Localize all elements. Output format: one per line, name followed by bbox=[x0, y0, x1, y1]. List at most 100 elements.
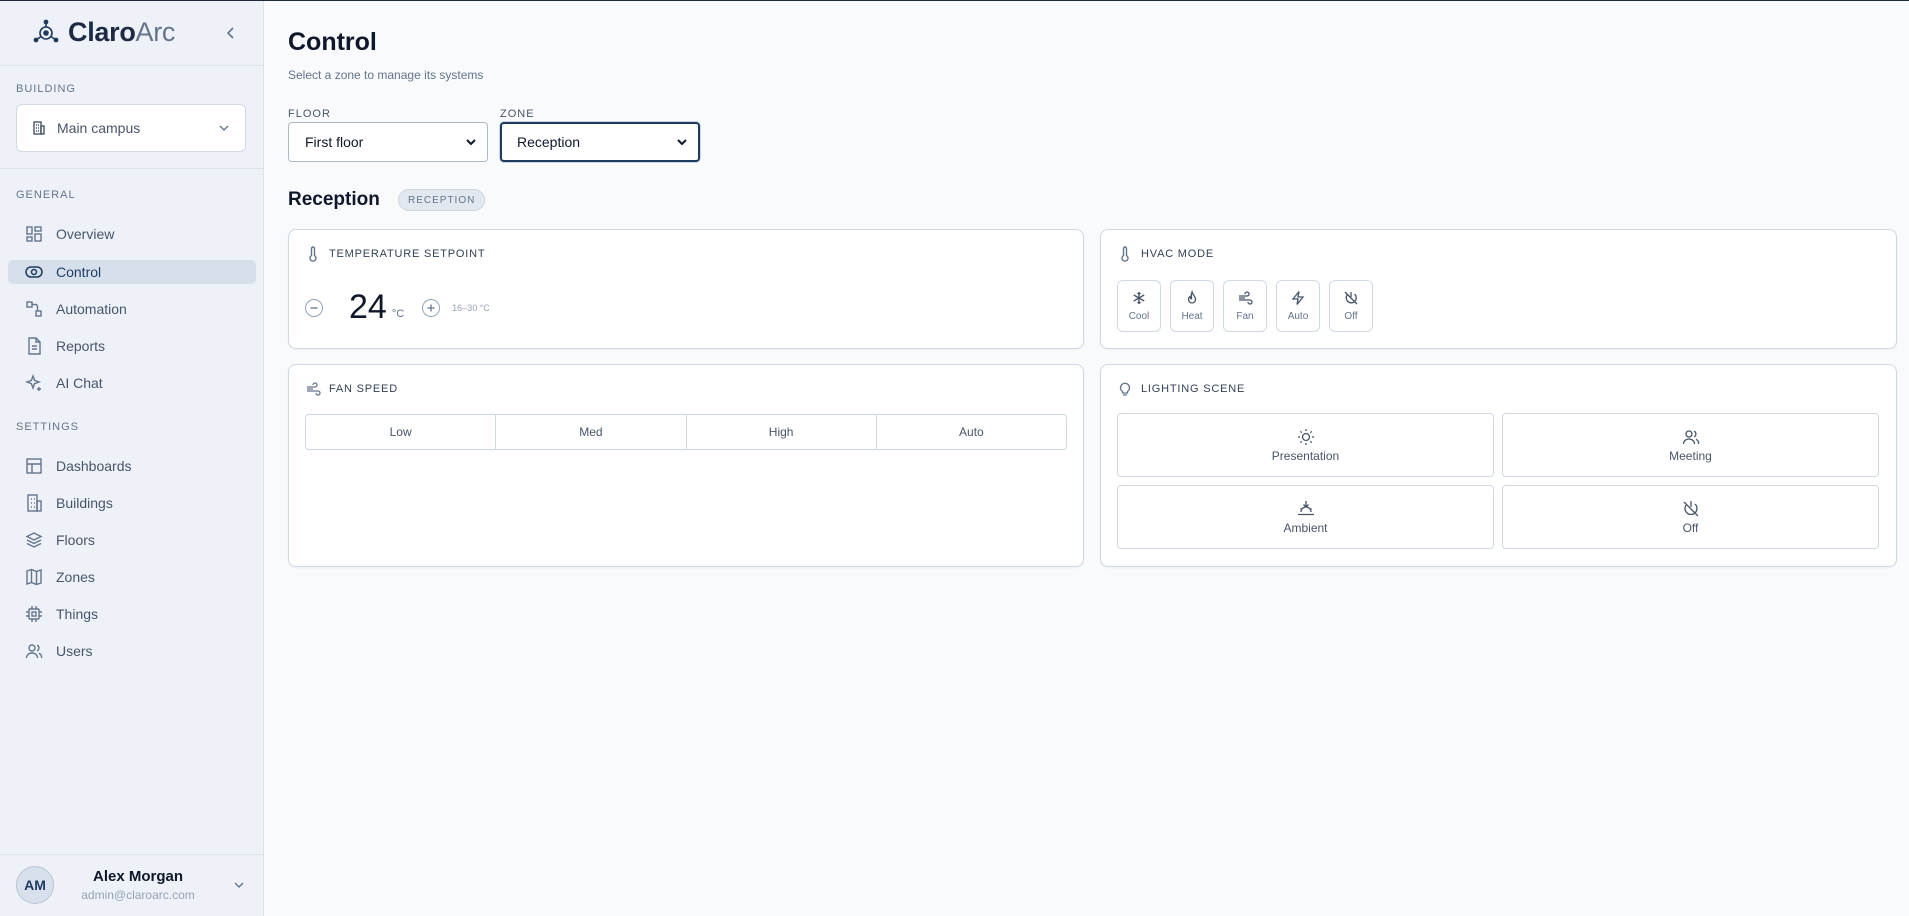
fan-speed-med-button[interactable]: Med bbox=[495, 415, 685, 449]
sidebar-item-label: Control bbox=[56, 264, 102, 280]
hvac-heat-button[interactable]: Heat bbox=[1170, 280, 1214, 332]
file-icon bbox=[24, 336, 44, 356]
scene-ambient-button[interactable]: Ambient bbox=[1117, 485, 1494, 549]
hvac-card-header: HVAC MODE bbox=[1117, 246, 1214, 262]
building-section-label: BUILDING bbox=[16, 83, 76, 95]
power-off-icon bbox=[1681, 499, 1701, 519]
hvac-mode-label: Cool bbox=[1128, 311, 1150, 322]
wind-icon bbox=[305, 381, 321, 397]
collapse-sidebar-icon[interactable] bbox=[222, 24, 240, 42]
sidebar-item-label: Floors bbox=[56, 532, 95, 548]
zone-select[interactable]: Reception bbox=[500, 122, 700, 162]
sidebar-item-floors[interactable]: Floors bbox=[8, 528, 256, 552]
scene-label: Presentation bbox=[1271, 449, 1340, 463]
building-select-value: Main campus bbox=[57, 120, 141, 136]
user-info: Alex Morgan admin@claroarc.com bbox=[62, 868, 214, 902]
hvac-mode-label: Off bbox=[1344, 311, 1358, 322]
divider bbox=[0, 65, 264, 66]
general-section-label: GENERAL bbox=[16, 189, 76, 201]
lightbulb-icon bbox=[1117, 381, 1133, 397]
sidebar-item-label: Dashboards bbox=[56, 458, 132, 474]
temperature-range: 16–30 °C bbox=[452, 302, 490, 313]
lighting-card-header: LIGHTING SCENE bbox=[1117, 381, 1245, 397]
avatar: AM bbox=[16, 866, 54, 904]
hvac-auto-button[interactable]: Auto bbox=[1276, 280, 1320, 332]
hvac-cool-button[interactable]: Cool bbox=[1117, 280, 1161, 332]
increase-temperature-button[interactable] bbox=[422, 298, 441, 317]
brand-name: ClaroArc bbox=[68, 16, 176, 47]
hvac-fan-button[interactable]: Fan bbox=[1223, 280, 1267, 332]
user-menu[interactable]: AM Alex Morgan admin@claroarc.com bbox=[0, 855, 264, 915]
fan-speed-low-button[interactable]: Low bbox=[306, 415, 495, 449]
fan-speed-high-button[interactable]: High bbox=[685, 415, 876, 449]
hvac-mode-label: Heat bbox=[1181, 311, 1203, 322]
temperature-value: 24 bbox=[349, 288, 387, 326]
sidebar: ClaroArc BUILDING Main campus GENERAL Ov… bbox=[0, 1, 264, 916]
hvac-off-button[interactable]: Off bbox=[1329, 280, 1373, 332]
sidebar-item-zones[interactable]: Zones bbox=[8, 565, 256, 589]
scene-label: Off bbox=[1682, 521, 1699, 535]
fan-card-title: FAN SPEED bbox=[329, 383, 398, 395]
sidebar-item-control[interactable]: Control bbox=[8, 260, 256, 284]
page-subtitle: Select a zone to manage its systems bbox=[288, 68, 484, 82]
zone-title: Reception bbox=[288, 189, 380, 210]
zap-icon bbox=[1290, 290, 1306, 306]
dashboard-icon bbox=[24, 456, 44, 476]
zone-badge: RECEPTION bbox=[398, 189, 486, 211]
scene-label: Ambient bbox=[1283, 521, 1328, 535]
map-icon bbox=[24, 567, 44, 587]
sidebar-item-label: Reports bbox=[56, 338, 106, 354]
scene-off-button[interactable]: Off bbox=[1502, 485, 1879, 549]
sun-icon bbox=[1296, 427, 1316, 447]
floor-label: FLOOR bbox=[288, 108, 331, 120]
chevron-down-icon bbox=[465, 136, 477, 148]
zone-select-value: Reception bbox=[517, 134, 581, 150]
chevron-down-icon bbox=[232, 878, 246, 892]
fan-speed-auto-button[interactable]: Auto bbox=[875, 415, 1066, 449]
user-email: admin@claroarc.com bbox=[81, 888, 195, 902]
workflow-icon bbox=[24, 299, 44, 319]
fan-speed-segmented-control: Low Med High Auto bbox=[305, 414, 1067, 450]
thermometer-icon bbox=[1117, 246, 1133, 262]
sidebar-item-things[interactable]: Things bbox=[8, 602, 256, 626]
logo-icon bbox=[33, 19, 59, 45]
chevron-down-icon bbox=[217, 121, 231, 135]
sidebar-item-dashboards[interactable]: Dashboards bbox=[8, 454, 256, 478]
wind-icon bbox=[1237, 290, 1253, 306]
flame-icon bbox=[1184, 290, 1200, 306]
sidebar-item-label: Things bbox=[56, 606, 99, 622]
sidebar-item-buildings[interactable]: Buildings bbox=[8, 491, 256, 515]
divider bbox=[0, 168, 264, 169]
floor-select-value: First floor bbox=[305, 134, 364, 150]
sidebar-item-overview[interactable]: Overview bbox=[8, 222, 256, 246]
temperature-controls: 24 °C 16–30 °C bbox=[305, 288, 490, 327]
building-select[interactable]: Main campus bbox=[16, 104, 246, 152]
hvac-mode-label: Fan bbox=[1236, 311, 1254, 322]
snowflake-icon bbox=[1131, 290, 1147, 306]
temperature-card-header: TEMPERATURE SETPOINT bbox=[305, 246, 485, 262]
sidebar-item-label: AI Chat bbox=[56, 375, 103, 391]
user-name: Alex Morgan bbox=[92, 868, 183, 885]
users-icon bbox=[24, 641, 44, 661]
thermometer-icon bbox=[305, 246, 321, 262]
users-icon bbox=[1681, 427, 1701, 447]
scene-meeting-button[interactable]: Meeting bbox=[1502, 413, 1879, 477]
hvac-mode-label: Auto bbox=[1287, 311, 1309, 322]
sparkles-icon bbox=[24, 373, 44, 393]
sidebar-item-automation[interactable]: Automation bbox=[8, 297, 256, 321]
decrease-temperature-button[interactable] bbox=[305, 298, 323, 317]
hvac-mode-buttons: Cool Heat Fan Auto Off bbox=[1117, 280, 1382, 332]
floor-select[interactable]: First floor bbox=[288, 122, 488, 162]
hvac-mode-card: HVAC MODE Cool Heat Fan Auto Off bbox=[1100, 229, 1897, 349]
brand-logo[interactable]: ClaroArc bbox=[33, 15, 175, 49]
sidebar-item-users[interactable]: Users bbox=[8, 639, 256, 663]
page-title: Control bbox=[288, 28, 377, 56]
fan-speed-card: FAN SPEED Low Med High Auto bbox=[288, 364, 1084, 567]
scene-presentation-button[interactable]: Presentation bbox=[1117, 413, 1494, 477]
sidebar-item-reports[interactable]: Reports bbox=[8, 334, 256, 358]
zone-label: ZONE bbox=[500, 108, 535, 120]
sidebar-item-ai-chat[interactable]: AI Chat bbox=[8, 371, 256, 395]
sidebar-item-label: Users bbox=[56, 643, 93, 659]
sidebar-item-label: Automation bbox=[56, 301, 127, 317]
hvac-card-title: HVAC MODE bbox=[1141, 248, 1215, 260]
